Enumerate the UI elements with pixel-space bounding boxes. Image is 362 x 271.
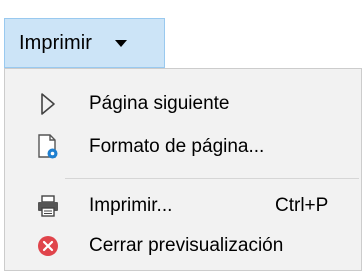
menu-item-next-page[interactable]: Página siguiente	[5, 84, 361, 124]
page-settings-icon	[35, 134, 61, 160]
menu-item-label: Imprimir...	[89, 195, 173, 216]
close-circle-icon	[35, 233, 61, 259]
menu-item-page-format[interactable]: Formato de página...	[5, 127, 361, 167]
print-dropdown-menu: Página siguiente Formato de página... Im…	[4, 68, 362, 271]
chevron-down-icon	[114, 38, 128, 48]
print-button-label: Imprimir	[19, 31, 93, 54]
menu-item-label: Página siguiente	[89, 93, 230, 114]
menu-separator	[65, 178, 359, 179]
print-dropdown-button[interactable]: Imprimir	[4, 18, 165, 68]
menu-item-print[interactable]: Imprimir... Ctrl+P	[5, 186, 361, 226]
menu-item-label: Cerrar previsualización	[89, 235, 284, 256]
play-triangle-icon	[35, 91, 61, 117]
menu-item-shortcut: Ctrl+P	[275, 195, 329, 216]
menu-item-close-preview[interactable]: Cerrar previsualización	[5, 226, 361, 266]
printer-icon	[35, 193, 61, 219]
menu-item-label: Formato de página...	[89, 136, 265, 157]
